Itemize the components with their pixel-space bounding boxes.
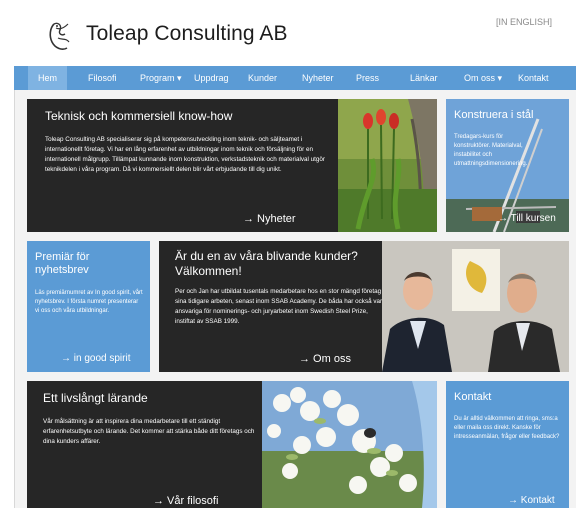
steel-course-title: Konstruera i stål [454,109,534,121]
knowhow-text: Toleap Consulting AB specialiserar sig p… [45,136,326,173]
nav-item-om-oss[interactable]: Om oss ▾ [464,66,502,90]
team-photo [382,241,569,372]
contact-link[interactable]: → Kontakt [508,495,555,506]
main-nav: Hem Filosofi Program ▾ Uppdrag Kunder Ny… [14,66,576,90]
contact-text: Du är alltid välkommen att ringa, sms:a … [454,416,560,440]
learning-title: Ett livslångt lärande [43,391,148,405]
knowhow-title: Teknisk och kommersiell know-how [45,109,233,123]
logo-bird-icon[interactable] [46,18,74,54]
steel-course-panel[interactable]: Konstruera i stål Tredagars-kurs för kon… [446,99,569,232]
nav-item-kontakt[interactable]: Kontakt [518,66,549,90]
newsletter-text: Läs premiärnumret av In good spirit, vår… [35,290,143,314]
nav-item-kunder[interactable]: Kunder [248,66,277,90]
customers-panel[interactable]: Är du en av våra blivande kunder? Välkom… [159,241,569,372]
nav-item-uppdrag[interactable]: Uppdrag [194,66,229,90]
customers-text: Per och Jan har utbildat tusentals medar… [175,288,386,325]
knowhow-panel[interactable]: Teknisk och kommersiell know-how Toleap … [27,99,437,232]
newsletter-title: Premiär för nyhetsbrev [35,251,90,276]
learning-panel[interactable]: Ett livslångt lärande Vår målsättning är… [27,381,437,508]
contact-panel[interactable]: Kontakt Du är alltid välkommen att ringa… [446,381,569,508]
customers-link[interactable]: → Om oss [299,353,351,365]
nav-item-filosofi[interactable]: Filosofi [88,66,117,90]
site-title[interactable]: Toleap Consulting AB [86,22,288,46]
customers-title: Är du en av våra blivande kunder? Välkom… [175,249,358,278]
nav-item-press[interactable]: Press [356,66,379,90]
steel-course-link[interactable]: → Till kursen [498,213,556,224]
learning-link[interactable]: → Vår filosofi [153,495,218,507]
tulips-photo [338,99,437,232]
nav-item-program[interactable]: Program ▾ [140,66,182,90]
language-link[interactable]: [IN ENGLISH] [496,17,552,27]
nav-item-hem[interactable]: Hem [28,66,68,90]
contact-title: Kontakt [454,391,492,403]
newsletter-panel[interactable]: Premiär för nyhetsbrev Läs premiärnumret… [27,241,150,372]
nav-item-lankar[interactable]: Länkar [410,66,438,90]
learning-text: Vår målsättning är att inspirera dina me… [43,418,255,445]
newsletter-link[interactable]: → in good spirit [61,353,130,364]
steel-course-text: Tredagars-kurs för konstruktörer. Materi… [454,134,528,167]
blossom-photo [262,381,437,508]
nav-item-nyheter[interactable]: Nyheter [302,66,334,90]
knowhow-link[interactable]: → Nyheter [243,213,296,225]
